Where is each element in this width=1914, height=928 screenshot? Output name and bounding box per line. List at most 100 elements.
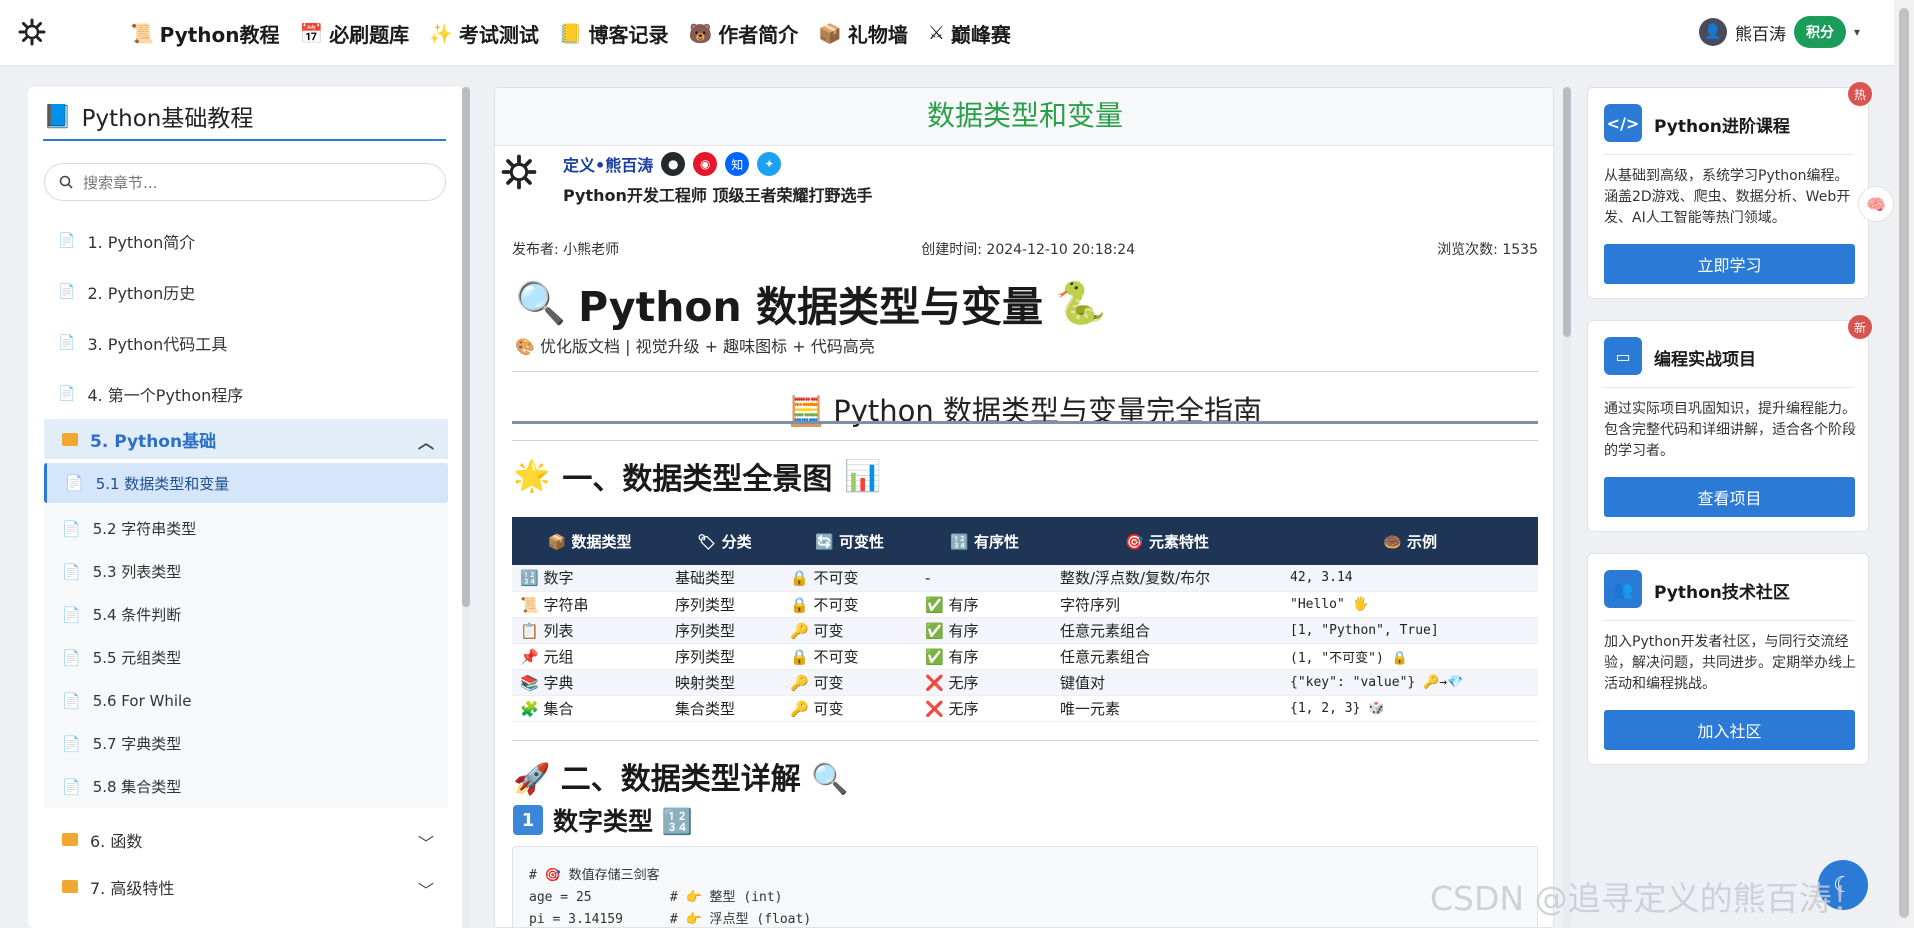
twitter-icon[interactable]: ✦ [757, 152, 782, 176]
user-menu[interactable]: 👤 熊百涛 积分 ▾ [1698, 16, 1860, 48]
table-cell: 任意元素组合 [1052, 643, 1282, 670]
chevron-up-icon[interactable]: ︿ [418, 429, 434, 453]
sidebar-item-label: 3. Python代码工具 [87, 334, 228, 354]
author-name[interactable]: 定义•熊百涛 [563, 152, 653, 176]
table-cell: ❌ 无序 [917, 669, 1052, 696]
column-header: 🔄 可变性 [782, 517, 917, 565]
search-placeholder: 搜索章节... [83, 173, 158, 192]
nav-exam[interactable]: ✨ 考试测试 [429, 19, 539, 48]
article-subtitle: 🎨 优化版文档 | 视觉升级 + 趣味图标 + 代码高亮 [515, 337, 875, 356]
subitem-label: 5.4 条件判断 [92, 606, 182, 624]
column-header: 🏷 分类 [667, 517, 782, 565]
table-cell: 🧩 集合 [512, 695, 667, 722]
sidebar-folder-advanced[interactable]: 7. 高级特性 ﹀ [44, 863, 448, 910]
sidebar-item-history[interactable]: 📄 2. Python历史 [44, 266, 448, 317]
section-heading-text: 一、数据类型全景图 [562, 462, 833, 497]
nav-gift-wall[interactable]: 📦 礼物墙 [818, 19, 908, 48]
card-advanced-course: 热 </> Python进阶课程 从基础到高级，系统学习Python编程。涵盖2… [1587, 82, 1872, 299]
card-title: 编程实战项目 [1654, 350, 1756, 370]
watermark: CSDN @追寻定义的熊百涛！ [1430, 879, 1865, 918]
sidebar-item-first-program[interactable]: 📄 4. 第一个Python程序 [44, 368, 448, 419]
nav-label: 巅峰赛 [950, 22, 1011, 47]
nav-python-tutorial[interactable]: 📜 Python教程 [130, 19, 280, 48]
divider [43, 139, 446, 141]
search-icon [59, 175, 73, 189]
sidebar-folder-basics[interactable]: 5. Python基础 ︿ [44, 419, 448, 459]
divider [1604, 154, 1854, 155]
code-line: pi = 3.14159 # 👉 浮点型 (float) [529, 912, 812, 927]
user-name[interactable]: 熊百涛 [1735, 20, 1786, 45]
article-scrollbar[interactable] [1563, 87, 1571, 928]
document-icon: 📄 [58, 385, 76, 402]
author-description: Python开发工程师 顶级王者荣耀打野选手 [563, 186, 873, 205]
folder-icon [62, 833, 78, 846]
caret-down-icon[interactable]: ▾ [1854, 25, 1860, 39]
table-cell: 📌 元组 [512, 643, 667, 670]
nav-blog[interactable]: 📒 博客记录 [559, 19, 669, 48]
subitem-label: 5.1 数据类型和变量 [95, 474, 230, 493]
zhihu-icon[interactable]: 知 [725, 152, 750, 176]
points-badge[interactable]: 积分 [1793, 16, 1846, 48]
folder-icon [62, 432, 78, 446]
start-learning-button[interactable]: 立即学习 [1604, 244, 1855, 284]
document-icon: 📄 [65, 474, 84, 492]
nav-question-bank[interactable]: 📅 必刷题库 [300, 19, 410, 48]
card-title: Python进阶课程 [1654, 117, 1790, 137]
sidebar-subitem-active[interactable]: 📄 5.1 数据类型和变量 [44, 463, 448, 503]
brain-icon[interactable]: 🧠 [1858, 186, 1894, 222]
weibo-icon[interactable]: ◉ [693, 152, 718, 176]
top-navbar: 📜 Python教程 📅 必刷题库 ✨ 考试测试 📒 博客记录 🐻 作者简介 📦 礼物墙 ⚔… [0, 0, 1894, 66]
document-icon: 📄 [62, 734, 81, 753]
sidebar-subitem[interactable]: 📄 5.8 集合类型 [44, 765, 448, 808]
document-icon: 📄 [62, 691, 81, 710]
sidebar-folder-functions[interactable]: 6. 函数 ﹀ [44, 816, 448, 863]
scrollbar-thumb[interactable] [1563, 87, 1571, 337]
section-heading-details: 🚀 二、数据类型详解 🔍 [513, 762, 849, 797]
nav-label: 礼物墙 [847, 22, 908, 47]
chevron-down-icon[interactable]: ﹀ [418, 830, 434, 854]
chevron-down-icon[interactable]: ﹀ [418, 877, 434, 901]
card-projects: 新 ▭ 编程实战项目 通过实际项目巩固知识，提升编程能力。包含完整代码和详细讲解… [1587, 315, 1872, 532]
page-scrollbar[interactable] [1894, 0, 1914, 928]
document-icon: 📄 [58, 232, 76, 249]
gear-icon [501, 154, 537, 190]
sidebar-subitem[interactable]: 📄 5.4 条件判断 [44, 593, 448, 636]
scrollbar-thumb[interactable] [1899, 8, 1909, 918]
avatar[interactable]: 👤 [1698, 18, 1727, 46]
table-cell: {"key": "value"} 🔑→💎 [1282, 669, 1538, 696]
bear-icon: 🐻 [688, 22, 713, 45]
sidebar-scrollbar[interactable] [462, 87, 470, 928]
author-row: 定义•熊百涛 ● ◉ 知 ✦ [563, 152, 782, 176]
sidebar-subitem[interactable]: 📄 5.3 列表类型 [44, 550, 448, 593]
github-icon[interactable]: ● [661, 152, 686, 176]
sidebar-item-intro[interactable]: 📄 1. Python简介 [44, 215, 448, 266]
nav-peak-match[interactable]: ⚔ 巅峰赛 [928, 19, 1011, 48]
document-icon: 📄 [62, 562, 81, 581]
table-cell: {1, 2, 3} 🎲 [1282, 695, 1538, 722]
sidebar-subitem[interactable]: 📄 5.2 字符串类型 [44, 507, 448, 550]
sidebar-item-label: 4. 第一个Python程序 [87, 385, 244, 405]
gear-logo-icon[interactable] [18, 18, 46, 46]
nav-label: 必刷题库 [329, 22, 410, 47]
nav-author[interactable]: 🐻 作者简介 [689, 19, 799, 48]
sidebar-subitem[interactable]: 📄 5.6 For While [44, 679, 448, 722]
sidebar-subitem[interactable]: 📄 5.7 字典类型 [44, 722, 448, 765]
table-cell: ❌ 无序 [917, 695, 1052, 722]
sidebar-item-tools[interactable]: 📄 3. Python代码工具 [44, 317, 448, 368]
view-projects-button[interactable]: 查看项目 [1604, 477, 1855, 517]
folder-label: 7. 高级特性 [90, 878, 175, 898]
document-icon: 📄 [62, 605, 81, 624]
table-cell: 🔒 不可变 [782, 591, 917, 618]
column-header: 🍩 示例 [1282, 517, 1538, 565]
scrollbar-thumb[interactable] [462, 87, 470, 607]
main-nav: 📜 Python教程 📅 必刷题库 ✨ 考试测试 📒 博客记录 🐻 作者简介 📦 礼物墙 ⚔… [130, 0, 1011, 66]
table-cell: ✅ 有序 [917, 617, 1052, 644]
table-cell: 🔒 不可变 [782, 643, 917, 670]
table-row: 🔢 数字 基础类型 🔒 不可变 - 整数/浮点数/复数/布尔 42, 3.14 [512, 565, 1538, 592]
join-community-button[interactable]: 加入社区 [1604, 710, 1855, 750]
sidebar-subitem[interactable]: 📄 5.5 元组类型 [44, 636, 448, 679]
chapter-search-input[interactable]: 搜索章节... [44, 163, 446, 201]
subsection-heading-numbers: 1 数字类型 🔢 [513, 802, 693, 838]
calendar-icon: 📅 [299, 22, 324, 45]
article-header: 数据类型和变量 [495, 88, 1553, 146]
